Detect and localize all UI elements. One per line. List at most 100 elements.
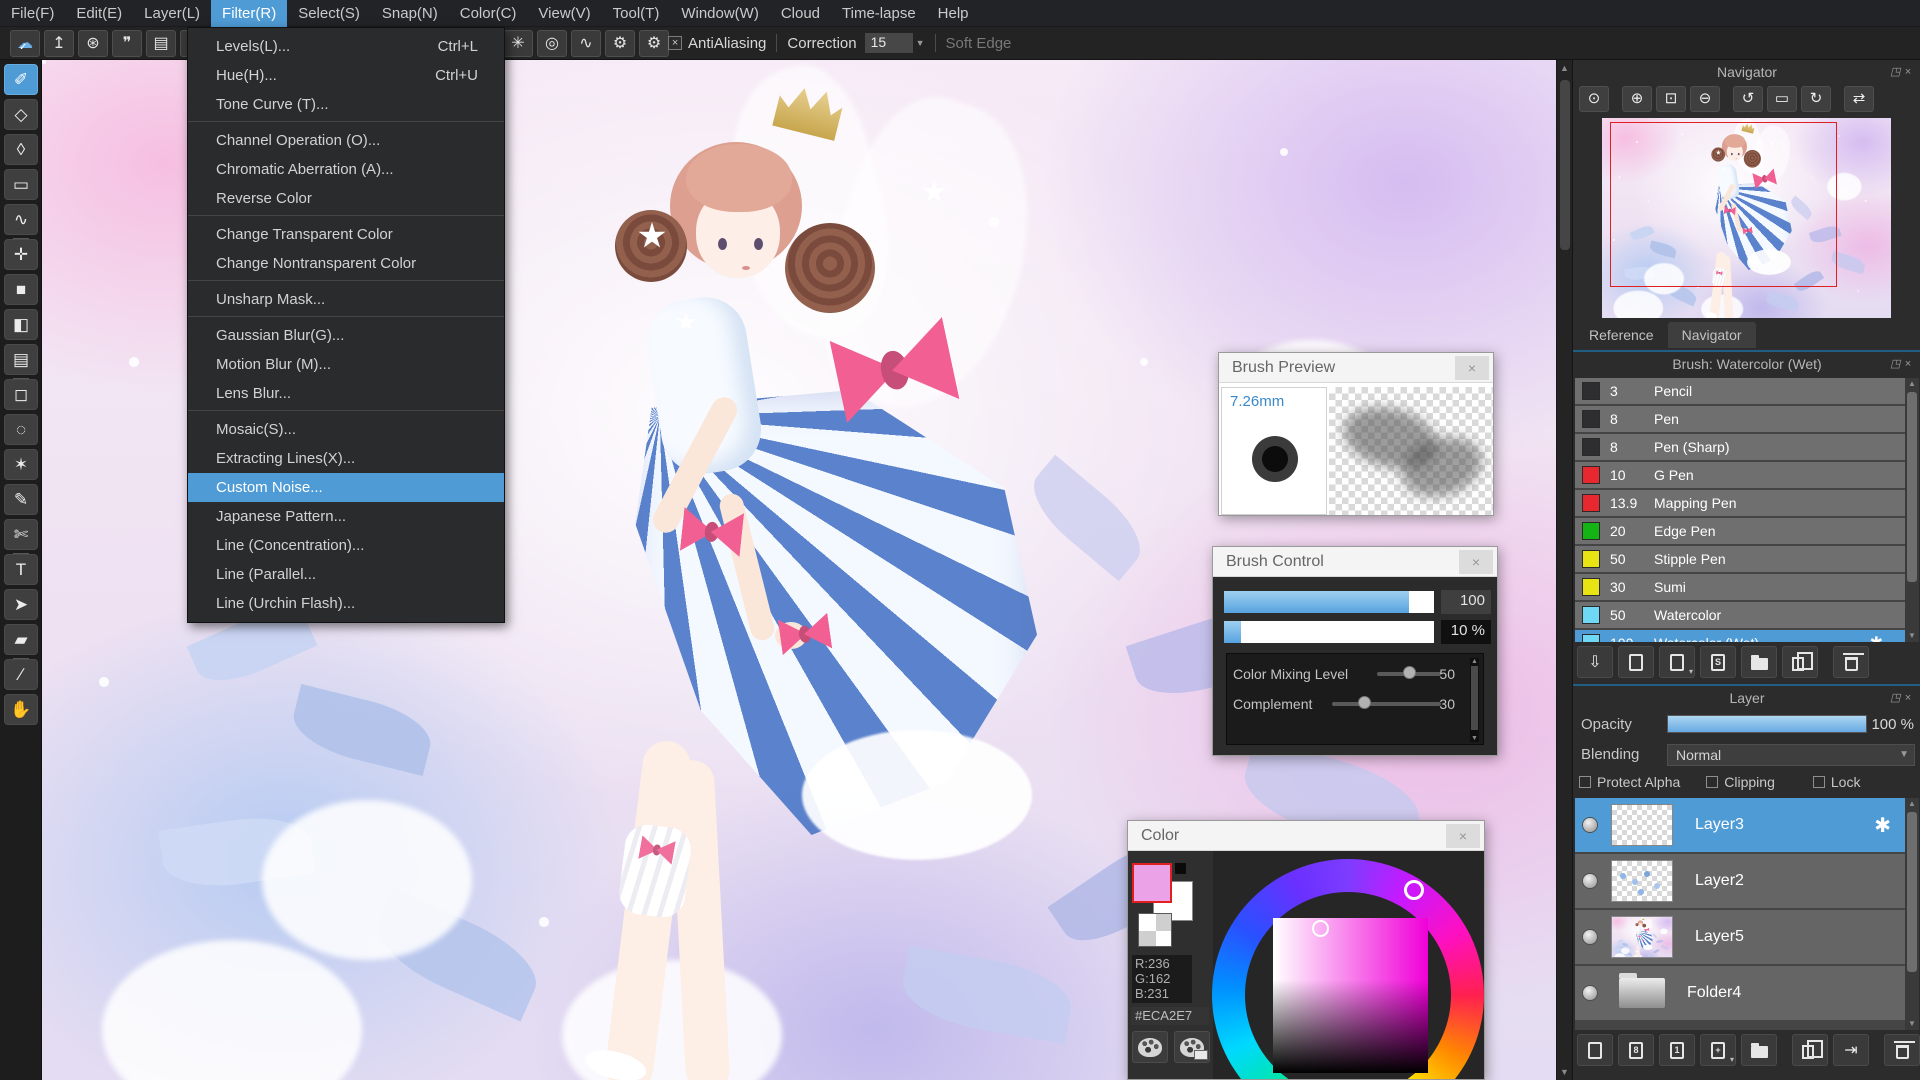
layer-visibility-icon[interactable] (1583, 818, 1597, 832)
opacity-value[interactable]: 100 % (1871, 716, 1914, 733)
parameters-scrollbar[interactable]: ▲ ▼ (1470, 658, 1479, 742)
brush-list-item[interactable]: 3 Pencil ✱ (1575, 378, 1905, 404)
hex-value-input[interactable]: #ECA2E7 (1131, 1007, 1209, 1025)
scroll-up-icon[interactable]: ▲ (1557, 60, 1572, 76)
slider-knob[interactable] (1358, 696, 1371, 709)
menubar-item[interactable]: View(V) (527, 0, 601, 27)
tool-blend[interactable]: ▰ (4, 624, 38, 659)
clipping-checkbox[interactable] (1706, 776, 1719, 788)
close-button[interactable]: × (1446, 824, 1480, 848)
scrollbar-thumb[interactable] (1907, 812, 1917, 972)
rotate-ccw-icon[interactable]: ↺ (1733, 86, 1763, 112)
note-icon[interactable]: ▤ (146, 30, 176, 57)
menu-item-tone-curve[interactable]: Tone Curve (T)... (188, 90, 504, 122)
new-brush-menu-icon[interactable]: ▾ (1659, 646, 1695, 678)
rotate-cw-icon[interactable]: ↻ (1801, 86, 1831, 112)
menu-item-line-parallel[interactable]: Line (Parallel... (188, 560, 504, 589)
tool-eraser[interactable]: ◇ (4, 99, 38, 130)
new-raster-8bit-icon[interactable]: 8 (1618, 1034, 1654, 1066)
menu-item-lens-blur[interactable]: Lens Blur... (188, 379, 504, 411)
scrollbar-thumb[interactable] (1907, 392, 1917, 582)
brush-list-item[interactable]: 13.9 Mapping Pen ✱ (1575, 490, 1905, 516)
tool-move[interactable]: ✛ (4, 239, 38, 270)
save-settings-icon[interactable]: S (1700, 646, 1736, 678)
brush-list-item[interactable]: 100 Watercolor (Wet) ✱ (1575, 630, 1905, 642)
menubar-item[interactable]: Edit(E) (65, 0, 133, 27)
reset-view-icon[interactable]: ▭ (1767, 86, 1797, 112)
brush-list-item[interactable]: 8 Pen ✱ (1575, 406, 1905, 432)
transparency-swatch[interactable] (1138, 913, 1172, 947)
scroll-up-icon[interactable]: ▲ (1905, 378, 1919, 390)
new-layer-menu-icon[interactable]: + ▾ (1700, 1034, 1736, 1066)
color-set-mode-button[interactable] (1174, 1031, 1210, 1063)
menu-item-line-urchin-flash[interactable]: Line (Urchin Flash)... (188, 589, 504, 618)
new-raster-1bit-icon[interactable]: 1 (1659, 1034, 1695, 1066)
menu-item-chromatic-aberration[interactable]: Chromatic Aberration (A)... (188, 155, 504, 184)
menubar-item[interactable]: Help (927, 0, 980, 27)
opacity-slider[interactable] (1667, 715, 1867, 733)
panel-popout-icon[interactable]: ◳ (1890, 358, 1904, 370)
tool-lasso[interactable]: ◌ (4, 414, 38, 445)
layer-row[interactable]: Layer2 (1575, 854, 1905, 908)
duplicate-brush-icon[interactable] (1782, 646, 1818, 678)
menu-item-motion-blur[interactable]: Motion Blur (M)... (188, 350, 504, 379)
layer-row[interactable]: Layer5 (1575, 910, 1905, 964)
menubar-item[interactable]: Layer(L) (133, 0, 211, 27)
menubar-item[interactable]: Cloud (770, 0, 831, 27)
layer-list-scrollbar[interactable]: ▲ ▼ (1905, 798, 1919, 1030)
tool-marquee[interactable]: ◻ (4, 379, 38, 410)
tool-brush[interactable]: ✐ (4, 64, 38, 95)
tool-object[interactable]: ➤ (4, 589, 38, 620)
close-button[interactable]: × (1459, 550, 1493, 574)
menu-item-line-concentration[interactable]: Line (Concentration)... (188, 531, 504, 560)
tab-navigator[interactable]: Navigator (1667, 322, 1756, 348)
web-service-icon[interactable]: ⊛ (78, 30, 108, 57)
panel-popout-icon[interactable]: ◳ (1890, 66, 1904, 78)
menu-item-levels[interactable]: Levels(L)... Ctrl+L (188, 32, 504, 61)
menu-item-mosaic[interactable]: Mosaic(S)... (188, 415, 504, 444)
hue-indicator[interactable] (1404, 880, 1424, 900)
correction-input[interactable]: 15 (864, 33, 913, 53)
curve-stabilize-icon[interactable]: ∿ (571, 30, 601, 57)
brush-list-item[interactable]: 20 Edge Pen ✱ (1575, 518, 1905, 544)
panel-close-icon[interactable]: × (1905, 692, 1915, 704)
menu-item-change-nontransparent-color[interactable]: Change Nontransparent Color (188, 249, 504, 281)
concentric-rings-icon[interactable]: ◎ (537, 30, 567, 57)
color-wheel-mode-button[interactable] (1132, 1031, 1168, 1063)
scroll-down-icon[interactable]: ▼ (1905, 1018, 1919, 1030)
brush-opacity-value[interactable]: 10 % (1441, 620, 1491, 644)
blending-select[interactable]: Normal ▼ (1667, 744, 1915, 766)
menu-item-channel-operation[interactable]: Channel Operation (O)... (188, 126, 504, 155)
menubar-item[interactable]: Filter(R) (211, 0, 288, 27)
menu-item-custom-noise[interactable]: Custom Noise... (188, 473, 504, 502)
complement-slider[interactable] (1332, 702, 1441, 706)
new-layer-icon[interactable] (1577, 1034, 1613, 1066)
sync-cloud-icon[interactable]: ☁ ✓ (10, 30, 40, 57)
menu-item-reverse-color[interactable]: Reverse Color (188, 184, 504, 216)
menu-item-unsharp-mask[interactable]: Unsharp Mask... (188, 285, 504, 317)
menu-item-japanese-pattern[interactable]: Japanese Pattern... (188, 502, 504, 531)
zoom-100-icon[interactable]: ⊙ (1579, 86, 1609, 112)
download-material-icon[interactable]: ⇩ (1577, 646, 1613, 678)
menu-item-gaussian-blur[interactable]: Gaussian Blur(G)... (188, 321, 504, 350)
main-color-swatch[interactable] (1132, 863, 1172, 903)
flip-horizontal-icon[interactable]: ⇄ (1844, 86, 1874, 112)
scroll-up-icon[interactable]: ▲ (1905, 798, 1919, 810)
brush-list-item[interactable]: 50 Watercolor ✱ (1575, 602, 1905, 628)
correction-spinner-icon[interactable]: ▼ (916, 38, 925, 48)
tab-reference[interactable]: Reference (1575, 322, 1668, 348)
menubar-item[interactable]: Snap(N) (371, 0, 449, 27)
brush-list-item[interactable]: 50 Stipple Pen ✱ (1575, 546, 1905, 572)
menu-item-hue[interactable]: Hue(H)... Ctrl+U (188, 61, 504, 90)
brush-size-bar[interactable] (1224, 591, 1434, 613)
delete-layer-icon[interactable] (1884, 1034, 1920, 1066)
antialiasing-checkbox[interactable]: × (668, 36, 682, 50)
tool-hand[interactable]: ✋ (4, 694, 38, 725)
lock-checkbox[interactable] (1812, 776, 1825, 788)
scrollbar-thumb[interactable] (1560, 80, 1570, 250)
layer-visibility-icon[interactable] (1583, 874, 1597, 888)
zoom-in-icon[interactable]: ⊕ (1622, 86, 1652, 112)
comment-icon[interactable]: ❞ (112, 30, 142, 57)
new-layer-folder-icon[interactable] (1741, 1034, 1777, 1066)
starburst-icon[interactable]: ✳ (503, 30, 533, 57)
